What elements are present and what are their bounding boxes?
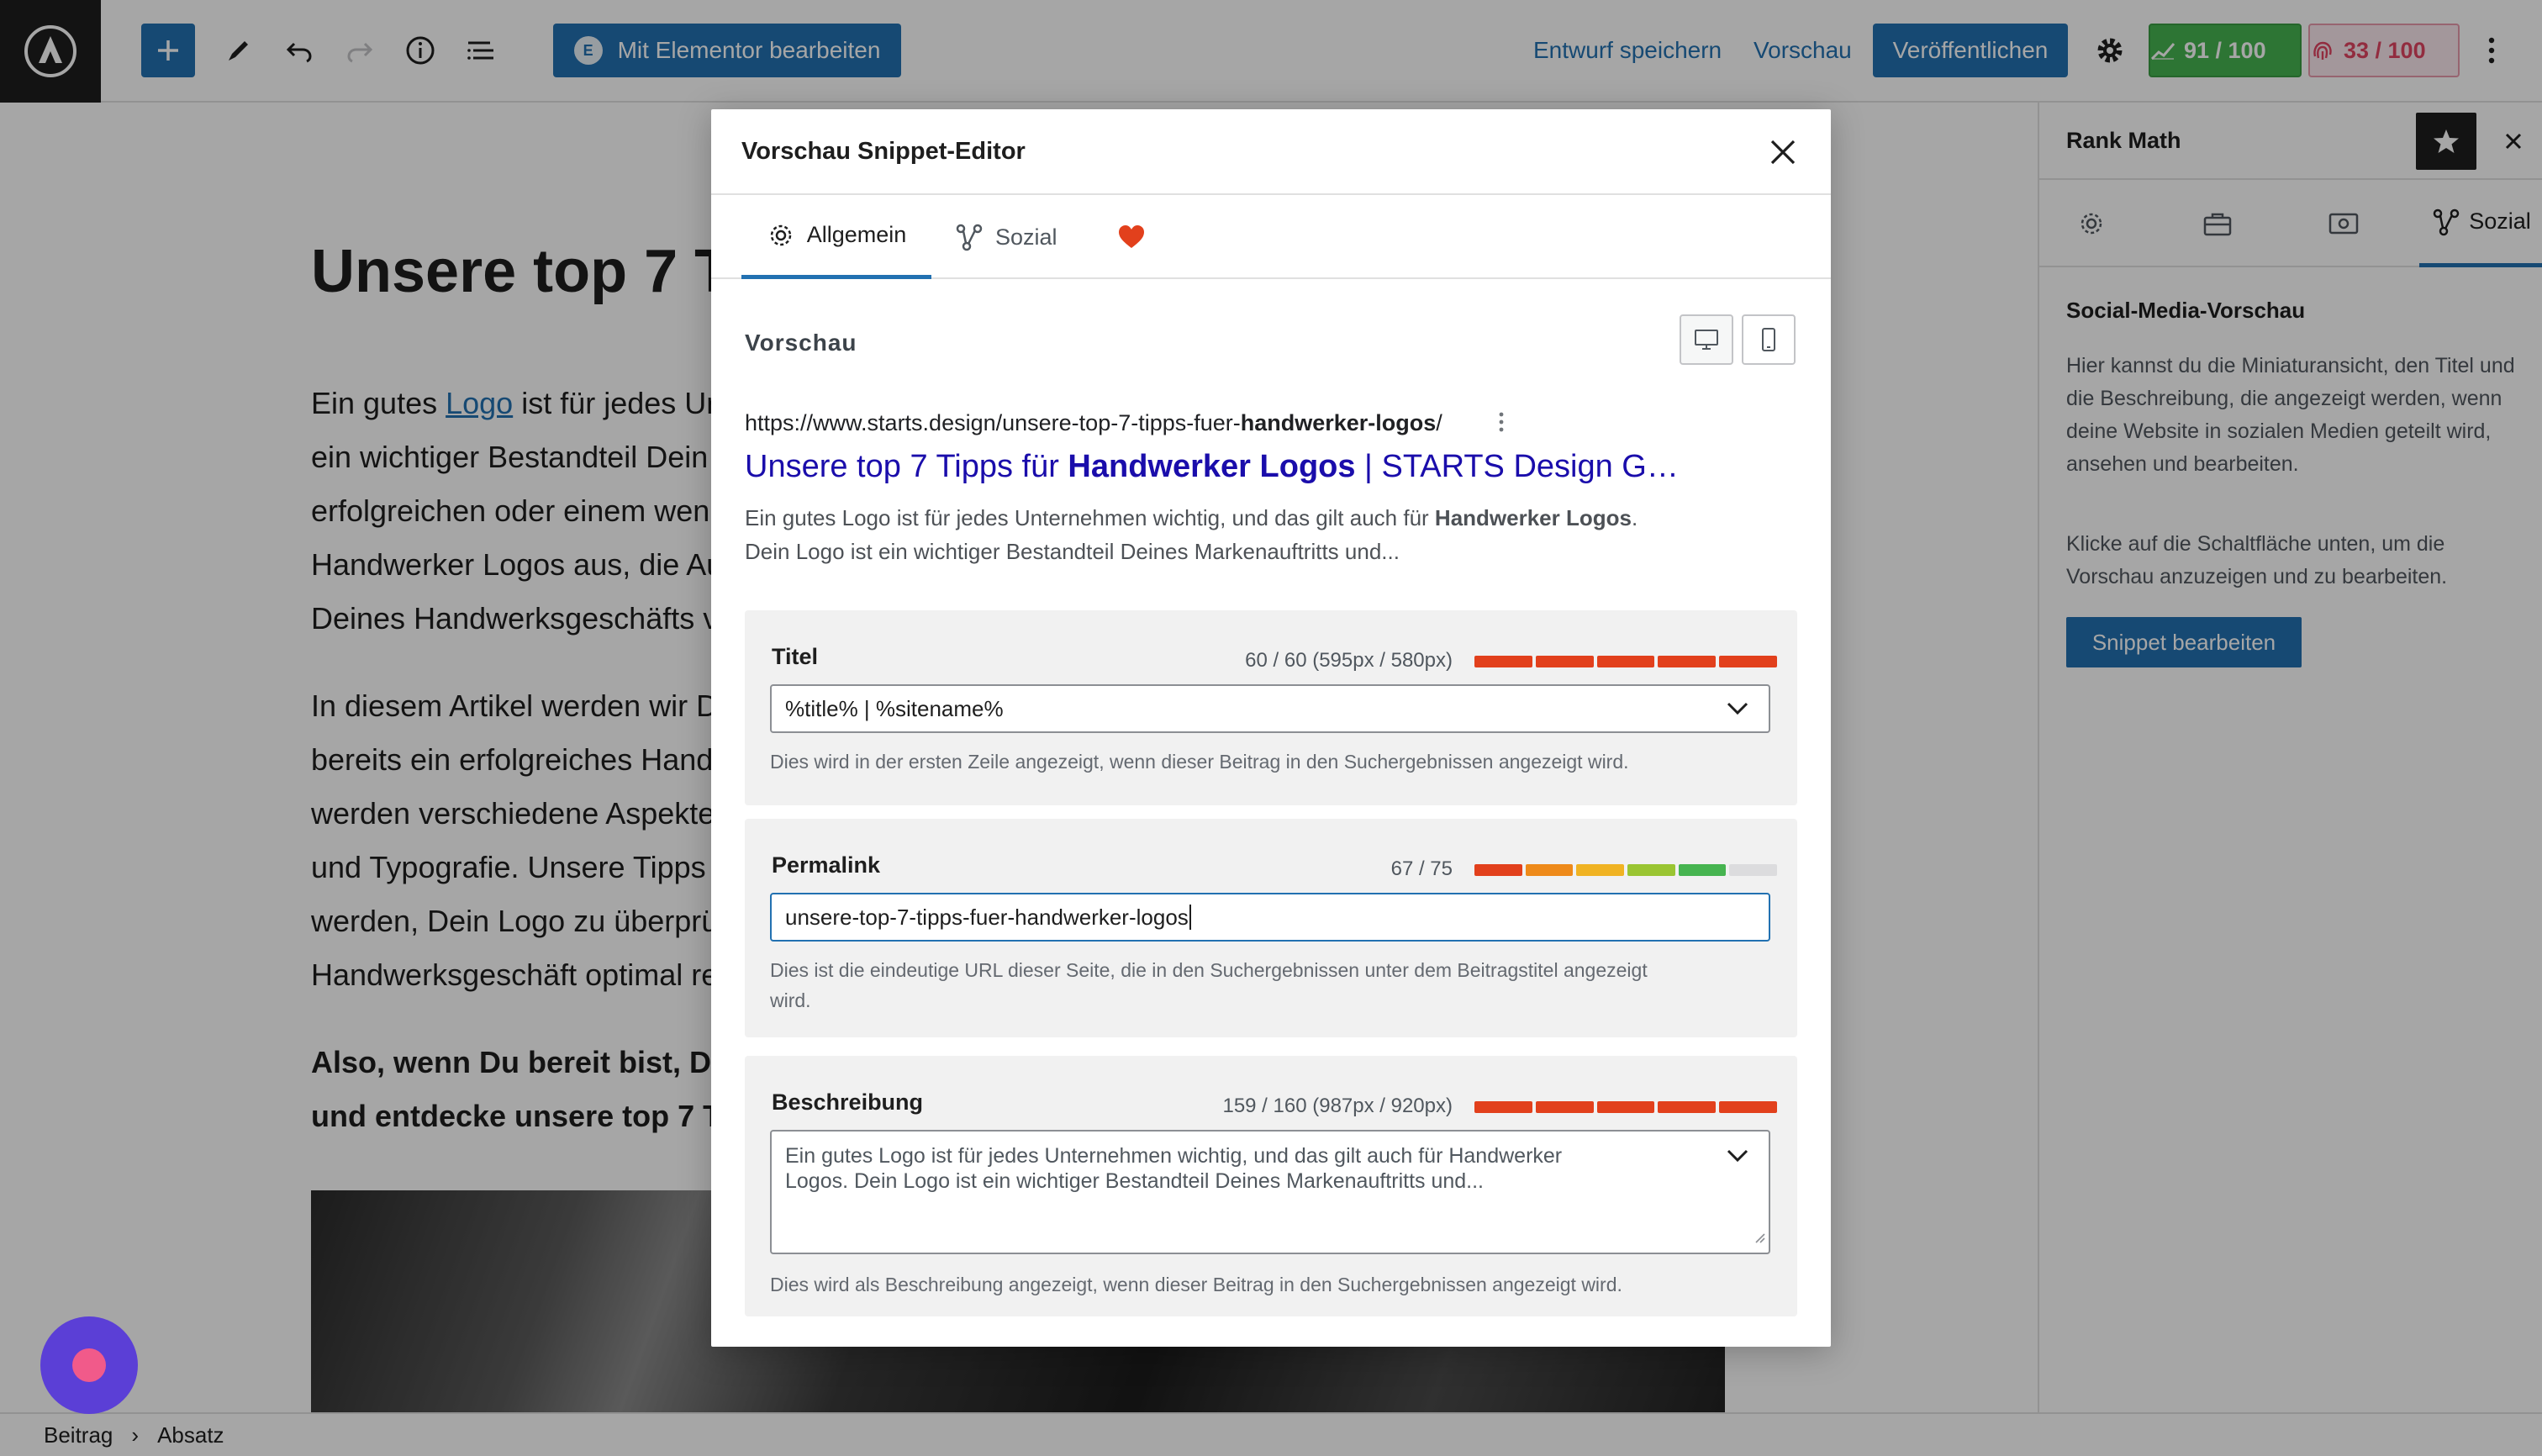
permalink-field-label: Permalink — [772, 852, 881, 878]
description-length-count: 159 / 160 (987px / 920px) — [1222, 1095, 1453, 1117]
serp-url-keyword: handwerker-logos — [1240, 410, 1437, 435]
serp-title-text: | STARTS Design G… — [1355, 449, 1679, 484]
serp-more-button[interactable] — [1493, 405, 1510, 439]
chat-widget-button[interactable] — [40, 1316, 138, 1414]
serp-title-text: Unsere top 7 Tipps für — [745, 449, 1068, 484]
serp-desc-line: Dein Logo ist ein wichtiger Bestandteil … — [745, 539, 1400, 564]
meter-segment — [1474, 1101, 1532, 1113]
serp-url-text: / — [1436, 410, 1442, 435]
permalink-length-meter — [1474, 864, 1778, 876]
title-field-label: Titel — [772, 644, 819, 669]
serp-title-keyword: Handwerker Logos — [1068, 449, 1356, 484]
description-help-text: Dies wird als Beschreibung angezeigt, we… — [770, 1274, 1622, 1295]
title-input-value: %title% | %sitename% — [785, 695, 1004, 721]
permalink-help-text: Dies ist die eindeutige URL dieser Seite… — [770, 955, 1770, 1016]
close-icon — [1770, 140, 1796, 165]
serp-desc-text: Ein gutes Logo ist für jedes Unternehmen… — [745, 505, 1435, 530]
meter-segment — [1658, 1101, 1717, 1113]
description-value-line: Ein gutes Logo ist für jedes Unternehmen… — [785, 1144, 1563, 1168]
title-length-meter — [1474, 656, 1777, 667]
gear-icon — [770, 224, 791, 245]
close-modal-button[interactable] — [1762, 131, 1804, 173]
mobile-icon — [1762, 328, 1775, 351]
meter-segment — [1525, 864, 1574, 876]
mobile-preview-button[interactable] — [1742, 314, 1796, 365]
description-field-group: Beschreibung 159 / 160 (987px / 920px) E… — [745, 1056, 1797, 1316]
meter-segment — [1596, 656, 1655, 667]
permalink-help-line: Dies ist die eindeutige URL dieser Seite… — [770, 959, 1648, 981]
description-textarea[interactable]: Ein gutes Logo ist für jedes Unternehmen… — [770, 1130, 1770, 1254]
desktop-preview-button[interactable] — [1680, 314, 1733, 365]
tab-general[interactable]: Allgemein — [741, 195, 931, 279]
meter-segment — [1576, 864, 1625, 876]
permalink-help-line: wird. — [770, 989, 811, 1011]
chevron-down-icon[interactable] — [1723, 1142, 1752, 1170]
description-value-line: Logos. Dein Logo ist ein wichtiger Besta… — [785, 1169, 1485, 1193]
meter-segment — [1535, 656, 1594, 667]
modal-header: Vorschau Snippet-Editor — [711, 109, 1831, 195]
more-vertical-icon — [1499, 412, 1504, 432]
permalink-input[interactable]: unsere-top-7-tipps-fuer-handwerker-logos — [770, 893, 1770, 942]
permalink-input-value: unsere-top-7-tipps-fuer-handwerker-logos — [785, 904, 1189, 930]
serp-desc-keyword: Handwerker Logos — [1434, 505, 1632, 530]
modal-title: Vorschau Snippet-Editor — [741, 138, 1026, 165]
text-cursor — [1189, 905, 1191, 930]
serp-title: Unsere top 7 Tipps für Handwerker Logos … — [745, 449, 1679, 485]
meter-segment — [1678, 864, 1727, 876]
meter-segment — [1719, 1101, 1777, 1113]
chat-indicator-icon — [72, 1348, 106, 1382]
preview-heading: Vorschau — [745, 330, 857, 356]
meter-segment — [1627, 864, 1675, 876]
permalink-field-group: Permalink 67 / 75 unsere-top-7-tipps-fue… — [745, 819, 1797, 1037]
description-length-meter — [1474, 1101, 1777, 1113]
meter-segment — [1658, 656, 1717, 667]
meter-segment — [1596, 1101, 1655, 1113]
desktop-icon — [1695, 330, 1718, 350]
resize-handle-icon[interactable] — [1754, 1224, 1765, 1249]
chevron-down-icon[interactable] — [1723, 694, 1752, 723]
meter-segment — [1729, 864, 1778, 876]
tab-general-label: Allgemein — [806, 222, 907, 247]
serp-url-text: https://www.starts.design/unsere-top-7-t… — [745, 410, 1241, 435]
title-length-count: 60 / 60 (595px / 580px) — [1245, 649, 1453, 672]
meter-segment — [1535, 1101, 1594, 1113]
tab-heart[interactable] — [1106, 195, 1157, 279]
permalink-length-count: 67 / 75 — [1390, 857, 1453, 880]
title-field-group: Titel 60 / 60 (595px / 580px) %title% | … — [745, 610, 1797, 805]
tab-social-label: Sozial — [995, 224, 1057, 250]
description-field-label: Beschreibung — [772, 1089, 924, 1115]
meter-segment — [1474, 864, 1522, 876]
snippet-editor-modal: Vorschau Snippet-Editor Allgemein Sozial… — [711, 109, 1831, 1347]
tab-social[interactable]: Sozial — [955, 195, 1081, 279]
meter-segment — [1719, 656, 1777, 667]
serp-description: Ein gutes Logo ist für jedes Unternehmen… — [745, 501, 1754, 568]
serp-desc-text: . — [1631, 505, 1638, 530]
serp-url: https://www.starts.design/unsere-top-7-t… — [745, 410, 1442, 436]
modal-tabs: Allgemein Sozial — [711, 195, 1831, 279]
share-icon — [956, 224, 983, 251]
meter-segment — [1474, 656, 1532, 667]
heart-icon — [1119, 225, 1144, 248]
title-help-text: Dies wird in der ersten Zeile angezeigt,… — [770, 751, 1629, 773]
title-input[interactable]: %title% | %sitename% — [770, 684, 1770, 733]
